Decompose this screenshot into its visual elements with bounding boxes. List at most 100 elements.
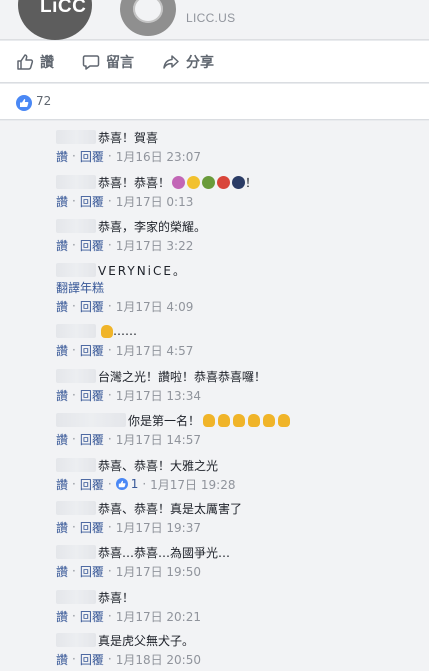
comment-bubble: 台灣之光！讚啦！恭喜恭喜囉！: [56, 365, 266, 387]
comment-like-link[interactable]: 讚: [56, 387, 68, 404]
comment-like-link[interactable]: 讚: [56, 476, 68, 493]
like-label: 讚: [40, 55, 54, 71]
comment-bubble: 恭喜！恭喜！ ！: [56, 171, 257, 193]
link-domain[interactable]: LICC.US: [186, 11, 235, 25]
comment-reply-link[interactable]: 回覆: [80, 608, 104, 625]
comment-like-count[interactable]: 1: [131, 477, 139, 491]
comment-like-link[interactable]: 讚: [56, 148, 68, 165]
comment-bubble: ……: [56, 320, 137, 342]
comment-timestamp[interactable]: 1月17日 19:37: [116, 519, 201, 536]
comment-like-link[interactable]: 讚: [56, 519, 68, 536]
fireworks-emoji: [232, 175, 246, 189]
clapping-emoji: [248, 413, 261, 427]
champagne-emoji: [202, 175, 216, 189]
commenter-name[interactable]: [56, 324, 96, 338]
logo-text: LiCC: [40, 0, 87, 17]
comment-meta: 讚 · 回覆 · 1月17日 14:57: [56, 431, 201, 447]
like-button[interactable]: 讚: [16, 51, 54, 73]
comment-bubble: 恭喜、恭喜！大雅之光: [56, 454, 218, 476]
comment-reply-link[interactable]: 回覆: [80, 476, 104, 493]
comment-meta: 讚 · 回覆 · 1月17日 13:34: [56, 387, 201, 403]
reactions-summary[interactable]: 72: [0, 84, 429, 120]
comment-reply-link[interactable]: 回覆: [80, 193, 104, 210]
commenter-name[interactable]: [56, 263, 96, 277]
comment-timestamp[interactable]: 1月17日 19:28: [150, 476, 235, 493]
commenter-name[interactable]: [56, 413, 126, 427]
comment-reply-link[interactable]: 回覆: [80, 298, 104, 315]
comment-reply-link[interactable]: 回覆: [80, 519, 104, 536]
comment-meta: 讚 · 回覆 · 1月17日 0:13: [56, 193, 193, 209]
comment-reply-link[interactable]: 回覆: [80, 651, 104, 668]
thumbs-up-emoji: [218, 413, 231, 427]
comment-timestamp[interactable]: 1月17日 20:21: [116, 608, 201, 625]
comment-like-link[interactable]: 讚: [56, 342, 68, 359]
commenter-name[interactable]: [56, 369, 96, 383]
translate-link[interactable]: 翻譯年糕: [56, 279, 104, 296]
separator: ·: [107, 477, 112, 491]
thumbs-up-emoji: [233, 413, 246, 427]
comment-like-link[interactable]: 讚: [56, 431, 68, 448]
comment-text: 恭喜！恭喜！: [98, 175, 171, 190]
separator: ·: [72, 477, 76, 491]
comment-reply-link[interactable]: 回覆: [80, 563, 104, 580]
separator: ·: [107, 149, 112, 163]
comment-reply-link[interactable]: 回覆: [80, 342, 104, 359]
comment-meta: 讚 · 回覆 · 1月17日 20:21: [56, 608, 201, 624]
thumbs-up-emoji: [203, 413, 216, 427]
comment-reply-link[interactable]: 回覆: [80, 431, 104, 448]
comment-like-link[interactable]: 讚: [56, 237, 68, 254]
comment-timestamp[interactable]: 1月17日 0:13: [116, 193, 194, 210]
comment-timestamp[interactable]: 1月17日 14:57: [116, 431, 201, 448]
comment-timestamp[interactable]: 1月17日 4:57: [116, 342, 194, 359]
comment-bubble: 恭喜、恭喜！真是太厲害了: [56, 497, 242, 519]
comment-timestamp[interactable]: 1月18日 20:50: [116, 651, 201, 668]
like-reaction-icon: [16, 95, 32, 111]
comment-meta: 讚 · 回覆 · 1月18日 20:50: [56, 651, 201, 667]
comment-timestamp[interactable]: 1月17日 13:34: [116, 387, 201, 404]
comment-button[interactable]: 留言: [82, 51, 134, 73]
comment-timestamp[interactable]: 1月17日 4:09: [116, 298, 194, 315]
comment-item: …… 讚 · 回覆 · 1月17日 4:57: [0, 320, 429, 360]
comment-like-link[interactable]: 讚: [56, 298, 68, 315]
ring-graphic: [120, 0, 176, 36]
commenter-name[interactable]: [56, 130, 96, 144]
commenter-name[interactable]: [56, 590, 96, 604]
link-preview[interactable]: LiCC LICC.US: [0, 0, 429, 40]
comment-like-link[interactable]: 讚: [56, 608, 68, 625]
separator: ·: [107, 238, 112, 252]
comment-reply-link[interactable]: 回覆: [80, 237, 104, 254]
commenter-name[interactable]: [56, 501, 96, 515]
commenter-name[interactable]: [56, 545, 96, 559]
link-preview-image[interactable]: LiCC: [18, 0, 176, 40]
separator: ·: [142, 477, 147, 491]
commenter-name[interactable]: [56, 219, 96, 233]
comment-item: 恭喜、恭喜！真是太厲害了 讚 · 回覆 · 1月17日 19:37: [0, 497, 429, 537]
comment-bubble: 恭喜，李家的榮耀。: [56, 215, 206, 237]
separator: ·: [107, 609, 112, 623]
comment-bubble: 恭喜！: [56, 586, 134, 608]
comment-like-link[interactable]: 讚: [56, 563, 68, 580]
share-button[interactable]: 分享: [162, 51, 214, 73]
comment-item: 恭喜！恭喜！ ！ 讚 · 回覆 · 1月17日 0:13: [0, 171, 429, 211]
clapping-emoji: [263, 413, 276, 427]
comment-timestamp[interactable]: 1月16日 23:07: [116, 148, 201, 165]
comment-item: 恭喜、恭喜！大雅之光 讚 · 回覆 · 1 · 1月17日 19:28: [0, 454, 429, 494]
comment-like-link[interactable]: 讚: [56, 651, 68, 668]
separator: ·: [72, 388, 76, 402]
reaction-count[interactable]: 72: [36, 94, 51, 108]
comment-text-suffix: ！: [245, 175, 258, 190]
comment-reply-link[interactable]: 回覆: [80, 387, 104, 404]
comment-timestamp[interactable]: 1月17日 3:22: [116, 237, 194, 254]
comment-text: 恭喜！: [98, 590, 135, 605]
comment-item: 恭喜，李家的榮耀。 讚 · 回覆 · 1月17日 3:22: [0, 215, 429, 255]
commenter-name[interactable]: [56, 458, 96, 472]
comment-timestamp[interactable]: 1月17日 19:50: [116, 563, 201, 580]
comment-reply-link[interactable]: 回覆: [80, 148, 104, 165]
commenter-name[interactable]: [56, 633, 96, 647]
comment-text: 恭喜、恭喜！大雅之光: [98, 458, 219, 473]
comment-meta: 讚 · 回覆 · 1月17日 19:37: [56, 519, 201, 535]
commenter-name[interactable]: [56, 175, 96, 189]
comment-bubble: 你是第一名！: [56, 409, 291, 431]
comment-text: 恭喜，李家的榮耀。: [98, 219, 207, 234]
comment-like-link[interactable]: 讚: [56, 193, 68, 210]
